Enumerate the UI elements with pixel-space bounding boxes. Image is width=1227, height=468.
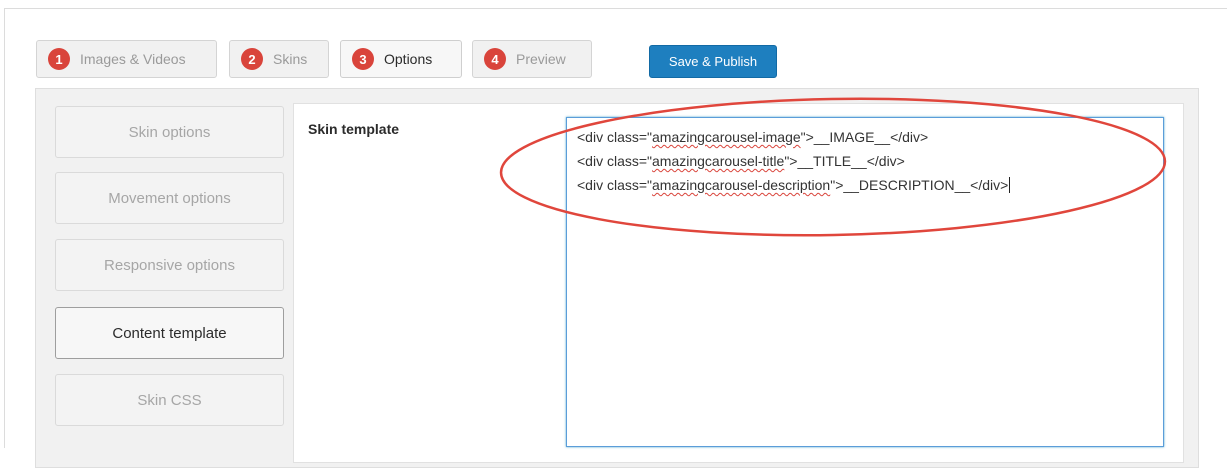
step-tab-preview[interactable]: 4 Preview — [472, 40, 592, 78]
step-tab-options[interactable]: 3 Options — [340, 40, 462, 78]
template-text: <div class=" — [577, 177, 653, 193]
sidebar-item-movement-options[interactable]: Movement options — [55, 172, 284, 224]
step-1-badge: 1 — [48, 48, 70, 70]
step-tab-label: Skins — [273, 51, 308, 67]
sidebar-item-skin-options[interactable]: Skin options — [55, 106, 284, 158]
step-tab-label: Images & Videos — [80, 51, 186, 67]
step-2-badge: 2 — [241, 48, 263, 70]
sidebar-item-content-template[interactable]: Content template — [55, 307, 284, 359]
template-text: ">__DESCRIPTION__</div> — [830, 177, 1009, 193]
template-text: ">__TITLE__</div> — [784, 153, 905, 169]
save-publish-button[interactable]: Save & Publish — [649, 45, 777, 78]
template-class-name: amazingcarousel-title — [652, 153, 785, 169]
text-caret — [1009, 177, 1011, 193]
step-toolbar: 1 Images & Videos 2 Skins 3 Options 4 Pr… — [0, 0, 1227, 100]
template-text: <div class=" — [577, 129, 653, 145]
sidebar-item-skin-css[interactable]: Skin CSS — [55, 374, 284, 426]
skin-template-textarea[interactable]: <div class="amazingcarousel-image">__IMA… — [566, 117, 1164, 447]
template-line: <div class="amazingcarousel-title">__TIT… — [577, 149, 1153, 173]
sidebar-item-responsive-options[interactable]: Responsive options — [55, 239, 284, 291]
step-tab-label: Options — [384, 51, 433, 67]
step-4-badge: 4 — [484, 48, 506, 70]
template-text: ">__IMAGE__</div> — [800, 129, 929, 145]
template-class-name: amazingcarousel-image — [652, 129, 801, 145]
template-class-name: amazingcarousel-description — [652, 177, 831, 193]
step-tab-images-videos[interactable]: 1 Images & Videos — [36, 40, 217, 78]
skin-template-label: Skin template — [308, 121, 400, 137]
template-line: <div class="amazingcarousel-description"… — [577, 173, 1153, 197]
template-line: <div class="amazingcarousel-image">__IMA… — [577, 125, 1153, 149]
step-tab-skins[interactable]: 2 Skins — [229, 40, 329, 78]
template-text: <div class=" — [577, 153, 653, 169]
step-tab-label: Preview — [516, 51, 566, 67]
step-3-badge: 3 — [352, 48, 374, 70]
